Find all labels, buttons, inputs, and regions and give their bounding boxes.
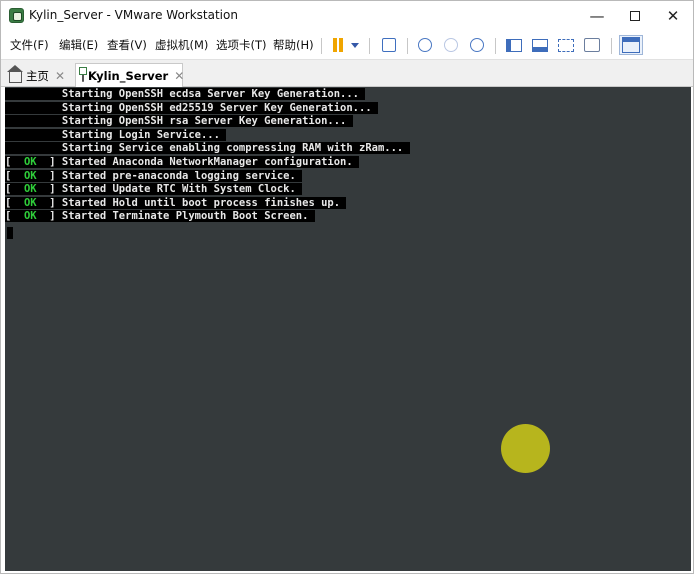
library-panel-icon <box>506 38 522 52</box>
console-line: Starting OpenSSH ed25519 Server Key Gene… <box>5 101 378 114</box>
tab-kylin-server-close-icon[interactable]: ✕ <box>174 69 184 83</box>
snapshot-manager-button[interactable] <box>467 35 487 55</box>
window-title: Kylin_Server - VMware Workstation <box>29 8 238 22</box>
console-view-button[interactable] <box>529 35 551 55</box>
console-line: [ OK ] Started Hold until boot process f… <box>5 196 347 209</box>
ok-status-label: OK <box>23 156 37 168</box>
toolbar-separator <box>369 38 370 54</box>
network-icon <box>382 38 396 52</box>
tab-home-close-icon[interactable]: ✕ <box>55 69 65 83</box>
toolbar-separator <box>611 38 612 54</box>
maximize-button[interactable] <box>615 1 655 31</box>
toolbar-separator <box>321 38 322 54</box>
menu-view[interactable]: 查看(V) <box>107 37 147 53</box>
console-line: Starting Login Service... <box>5 128 227 141</box>
snapshot-manager-icon <box>470 38 484 52</box>
console-line: [ OK ] Started Anaconda NetworkManager c… <box>5 156 360 168</box>
unity-icon <box>584 38 600 52</box>
menu-edit[interactable]: 编辑(E) <box>59 37 98 53</box>
vm-console-screen[interactable]: Starting OpenSSH ecdsa Server Key Genera… <box>5 87 691 571</box>
minimize-button[interactable]: — <box>577 1 617 31</box>
close-button[interactable]: ✕ <box>653 1 693 31</box>
menu-tabs[interactable]: 选项卡(T) <box>216 37 267 53</box>
library-panel-button[interactable] <box>503 35 525 55</box>
console-line: [ OK ] Started pre-anaconda logging serv… <box>5 169 303 182</box>
home-icon <box>7 65 23 83</box>
menu-vm[interactable]: 虚拟机(M) <box>155 37 208 53</box>
ok-status-label: OK <box>23 183 37 196</box>
ok-status-label: OK <box>23 210 37 223</box>
tab-home[interactable]: 主页 ✕ <box>3 63 71 88</box>
console-line: Starting OpenSSH ecdsa Server Key Genera… <box>5 88 366 100</box>
menu-file[interactable]: 文件(F) <box>10 37 49 53</box>
network-button[interactable] <box>379 35 399 55</box>
power-dropdown-button[interactable] <box>349 35 361 55</box>
tab-kylin-server[interactable]: Kylin_Server ✕ <box>75 63 184 88</box>
console-cursor <box>7 227 13 239</box>
view-switch-button[interactable] <box>619 35 643 55</box>
console-line: Starting Service enabling compressing RA… <box>5 142 410 155</box>
console-line: Starting OpenSSH rsa Server Key Generati… <box>5 115 353 128</box>
tab-home-label: 主页 <box>25 68 49 83</box>
toolbar-separator <box>495 38 496 54</box>
console-view-icon <box>532 38 548 52</box>
loading-spinner-icon <box>501 424 550 473</box>
view-switch-icon <box>622 37 640 53</box>
tab-kylin-server-label: Kylin_Server <box>88 69 169 83</box>
ok-status-label: OK <box>23 169 37 182</box>
revert-snapshot-icon <box>444 38 458 52</box>
vmware-app-icon <box>9 8 24 23</box>
take-snapshot-button[interactable] <box>415 35 435 55</box>
fullscreen-icon <box>558 38 574 52</box>
snapshot-icon <box>418 38 432 52</box>
menu-toolbar: 文件(F) 编辑(E) 查看(V) 虚拟机(M) 选项卡(T) 帮助(H) <box>1 31 693 59</box>
toolbar-separator <box>407 38 408 54</box>
pause-icon <box>332 38 344 52</box>
tab-bar: 主页 ✕ Kylin_Server ✕ <box>1 59 693 88</box>
pause-button[interactable] <box>329 35 347 55</box>
console-line: [ OK ] Started Update RTC With System Cl… <box>5 183 303 196</box>
title-bar[interactable]: Kylin_Server - VMware Workstation — ✕ <box>1 1 693 31</box>
virtual-machine-icon <box>79 67 87 82</box>
unity-button[interactable] <box>581 35 603 55</box>
chevron-down-icon <box>351 42 359 48</box>
ok-status-label: OK <box>23 196 37 209</box>
console-line: [ OK ] Started Terminate Plymouth Boot S… <box>5 210 315 223</box>
maximize-icon <box>630 11 640 21</box>
vmware-window: Kylin_Server - VMware Workstation — ✕ 文件… <box>0 0 694 574</box>
menu-help[interactable]: 帮助(H) <box>273 37 314 53</box>
revert-snapshot-button[interactable] <box>441 35 461 55</box>
fullscreen-button[interactable] <box>555 35 577 55</box>
